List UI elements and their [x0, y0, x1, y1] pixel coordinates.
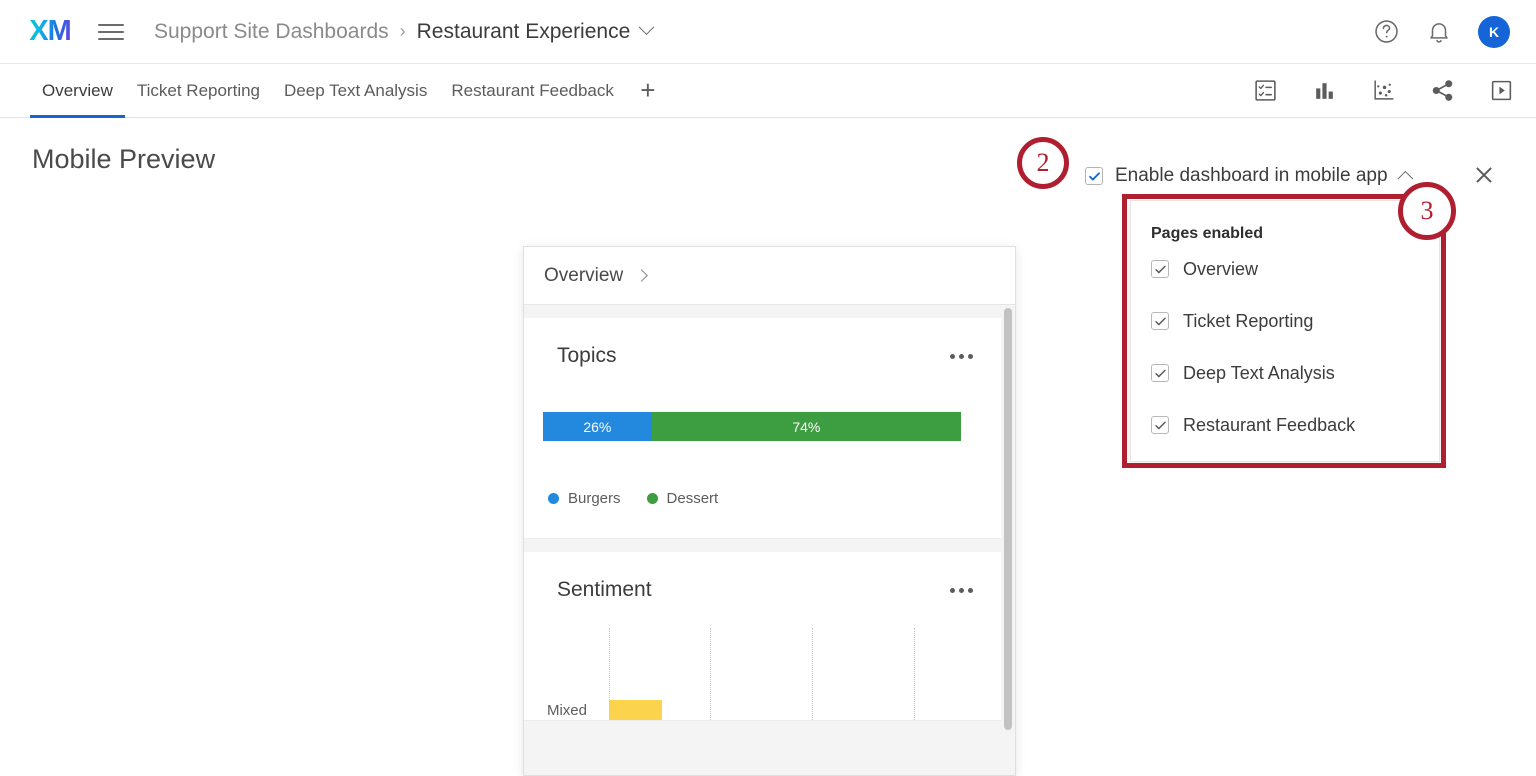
dashboard-tab-bar: Overview Ticket Reporting Deep Text Anal… [0, 64, 1536, 118]
widget-card-sentiment: Sentiment Mixed [524, 552, 1001, 721]
annotation-number: 2 [1037, 148, 1050, 178]
play-video-icon[interactable] [1489, 78, 1514, 103]
chevron-down-icon[interactable] [639, 19, 655, 35]
breadcrumb-separator-icon: › [400, 21, 406, 42]
page-checkbox-row-deep-text-analysis[interactable]: Deep Text Analysis [1131, 347, 1439, 399]
sentiment-category-label: Mixed [524, 702, 587, 719]
user-avatar[interactable]: K [1478, 16, 1510, 48]
page-label: Ticket Reporting [1183, 311, 1313, 332]
share-icon[interactable] [1430, 78, 1455, 103]
close-icon[interactable] [1471, 162, 1497, 188]
legend-label: Dessert [667, 490, 719, 507]
widget-card-topics: Topics 26% 74% Burgers Dessert [524, 318, 1001, 539]
top-navigation-bar: XM Support Site Dashboards › Restaurant … [0, 0, 1536, 64]
preview-page-title: Overview [544, 265, 623, 287]
bell-icon[interactable] [1426, 19, 1452, 45]
page-checkbox-row-overview[interactable]: Overview [1131, 243, 1439, 295]
widget-title: Topics [557, 344, 617, 368]
tab-label: Restaurant Feedback [451, 81, 614, 101]
enable-mobile-dashboard-label[interactable]: Enable dashboard in mobile app [1115, 165, 1388, 187]
legend-item-dessert: Dessert [647, 490, 719, 507]
annotation-marker-2: 2 [1017, 137, 1069, 189]
tab-list: Overview Ticket Reporting Deep Text Anal… [30, 64, 670, 118]
bar-segment-burgers: 26% [543, 412, 652, 441]
hamburger-menu-icon[interactable] [98, 22, 124, 42]
annotation-marker-3: 3 [1398, 182, 1456, 240]
legend-color-swatch [548, 493, 559, 504]
enable-mobile-dashboard-row: Enable dashboard in mobile app [1085, 165, 1413, 187]
page-title: Mobile Preview [32, 144, 215, 175]
legend-label: Burgers [568, 490, 621, 507]
page-checkbox-row-restaurant-feedback[interactable]: Restaurant Feedback [1131, 399, 1439, 451]
widget-header: Topics [524, 318, 1001, 368]
breadcrumb-root-link[interactable]: Support Site Dashboards [154, 20, 389, 44]
page-label: Deep Text Analysis [1183, 363, 1335, 384]
widget-header: Sentiment [524, 552, 1001, 602]
scatter-plot-icon[interactable] [1371, 78, 1396, 103]
tab-deep-text-analysis[interactable]: Deep Text Analysis [272, 64, 439, 118]
page-label: Overview [1183, 259, 1258, 280]
page-checkbox[interactable] [1151, 312, 1169, 330]
sentiment-bar-chart: Mixed [524, 628, 1001, 720]
chart-legend: Burgers Dessert [524, 441, 1001, 538]
bar-chart-icon[interactable] [1312, 78, 1337, 103]
breadcrumb-current-dashboard[interactable]: Restaurant Experience [417, 20, 631, 44]
tab-overview[interactable]: Overview [30, 64, 125, 118]
pages-enabled-title: Pages enabled [1131, 201, 1439, 243]
tab-label: Overview [42, 81, 113, 101]
top-bar-actions: K [1373, 16, 1510, 48]
chevron-up-icon[interactable] [1397, 170, 1413, 186]
sentiment-row-mixed: Mixed [524, 700, 1001, 720]
pages-enabled-panel: Pages enabled Overview Ticket Reporting … [1130, 200, 1440, 462]
dashboard-tools [1253, 78, 1514, 103]
page-checkbox[interactable] [1151, 364, 1169, 382]
preview-page-header[interactable]: Overview [524, 247, 1015, 305]
more-options-icon[interactable] [950, 348, 973, 365]
tab-label: Deep Text Analysis [284, 81, 427, 101]
card-divider [524, 539, 1015, 552]
legend-item-burgers: Burgers [548, 490, 621, 507]
xm-logo[interactable]: XM [24, 17, 76, 47]
more-options-icon[interactable] [950, 582, 973, 599]
tab-restaurant-feedback[interactable]: Restaurant Feedback [439, 64, 626, 118]
page-checkbox-row-ticket-reporting[interactable]: Ticket Reporting [1131, 295, 1439, 347]
breadcrumb: Support Site Dashboards › Restaurant Exp… [154, 20, 652, 44]
add-page-button[interactable]: + [626, 64, 670, 118]
chevron-right-icon [635, 269, 648, 282]
page-checkbox[interactable] [1151, 416, 1169, 434]
preview-scrollbar-track[interactable] [1001, 305, 1015, 776]
page-label: Restaurant Feedback [1183, 415, 1355, 436]
help-circle-icon[interactable] [1373, 18, 1400, 45]
enable-mobile-dashboard-checkbox[interactable] [1085, 167, 1103, 185]
bar-segment-dessert: 74% [652, 412, 961, 441]
preview-scroll-area[interactable]: Topics 26% 74% Burgers Dessert [524, 305, 1015, 776]
topics-stacked-bar-chart: 26% 74% [543, 412, 961, 441]
tab-ticket-reporting[interactable]: Ticket Reporting [125, 64, 272, 118]
survey-checklist-icon[interactable] [1253, 78, 1278, 103]
page-checkbox[interactable] [1151, 260, 1169, 278]
tab-label: Ticket Reporting [137, 81, 260, 101]
main-content: Mobile Preview Overview Topics 26% 74% [0, 118, 1536, 768]
mobile-preview-frame: Overview Topics 26% 74% Burgers [523, 246, 1016, 776]
sentiment-bar [609, 700, 662, 720]
annotation-number: 3 [1421, 196, 1434, 226]
preview-scrollbar-thumb[interactable] [1004, 308, 1012, 730]
widget-title: Sentiment [557, 578, 652, 602]
legend-color-swatch [647, 493, 658, 504]
